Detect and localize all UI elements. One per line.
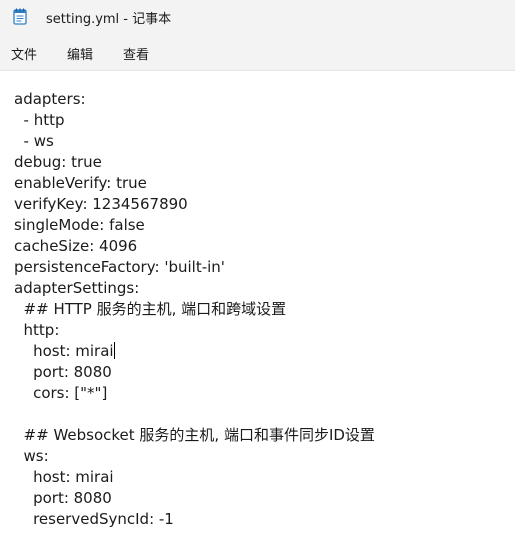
- text-line[interactable]: http:: [14, 320, 375, 341]
- notepad-window: setting.yml - 记事本 文件 编辑 查看 adapters: - h…: [0, 0, 515, 554]
- text-line[interactable]: singleMode: false: [14, 215, 375, 236]
- text-line[interactable]: reservedSyncId: -1: [14, 509, 375, 530]
- text-line[interactable]: [14, 404, 375, 425]
- text-line[interactable]: ## HTTP 服务的主机, 端口和跨域设置: [14, 299, 375, 320]
- line-text: reservedSyncId: -1: [14, 510, 174, 528]
- menu-file[interactable]: 文件: [11, 44, 37, 63]
- text-line[interactable]: host: mirai: [14, 467, 375, 488]
- text-line[interactable]: debug: true: [14, 152, 375, 173]
- line-text: enableVerify: true: [14, 174, 147, 192]
- text-line[interactable]: persistenceFactory: 'built-in': [14, 257, 375, 278]
- line-text: verifyKey: 1234567890: [14, 195, 188, 213]
- line-text: ws:: [14, 447, 49, 465]
- line-text: - http: [14, 111, 65, 129]
- text-line[interactable]: verifyKey: 1234567890: [14, 194, 375, 215]
- text-line[interactable]: cacheSize: 4096: [14, 236, 375, 257]
- text-caret: [113, 342, 115, 359]
- text-line[interactable]: ## Websocket 服务的主机, 端口和事件同步ID设置: [14, 425, 375, 446]
- text-line[interactable]: port: 8080: [14, 362, 375, 383]
- line-text: port: 8080: [14, 489, 112, 507]
- line-text: ## Websocket 服务的主机, 端口和事件同步ID设置: [14, 426, 375, 444]
- line-text: singleMode: false: [14, 216, 145, 234]
- text-line[interactable]: ws:: [14, 446, 375, 467]
- window-title: setting.yml - 记事本: [46, 12, 172, 27]
- text-line[interactable]: adapterSettings:: [14, 278, 375, 299]
- text-line[interactable]: enableVerify: true: [14, 173, 375, 194]
- text-line[interactable]: adapters:: [14, 89, 375, 110]
- line-text: ## HTTP 服务的主机, 端口和跨域设置: [14, 300, 287, 318]
- menu-view[interactable]: 查看: [123, 44, 149, 63]
- text-line[interactable]: port: 8080: [14, 488, 375, 509]
- text-line[interactable]: - ws: [14, 131, 375, 152]
- editor-content[interactable]: adapters: - http - ws debug: true enableVe…: [14, 89, 375, 530]
- line-text: cacheSize: 4096: [14, 237, 138, 255]
- notepad-icon: [13, 8, 27, 25]
- line-text: adapters:: [14, 90, 86, 108]
- line-text: host: mirai: [14, 468, 114, 486]
- line-text: host: mirai: [14, 342, 114, 360]
- title-bar[interactable]: setting.yml - 记事本: [0, 0, 515, 36]
- menu-bar: 文件 编辑 查看: [0, 36, 515, 71]
- text-line[interactable]: - http: [14, 110, 375, 131]
- line-text: - ws: [14, 132, 54, 150]
- line-text: cors: ["*"]: [14, 384, 108, 402]
- text-editor[interactable]: adapters: - http - ws debug: true enableVe…: [0, 71, 515, 554]
- line-text: adapterSettings:: [14, 279, 140, 297]
- text-line[interactable]: cors: ["*"]: [14, 383, 375, 404]
- line-text: debug: true: [14, 153, 102, 171]
- line-text: http:: [14, 321, 60, 339]
- line-text: persistenceFactory: 'built-in': [14, 258, 225, 276]
- text-line[interactable]: host: mirai: [14, 341, 375, 362]
- line-text: port: 8080: [14, 363, 112, 381]
- menu-edit[interactable]: 编辑: [67, 44, 93, 63]
